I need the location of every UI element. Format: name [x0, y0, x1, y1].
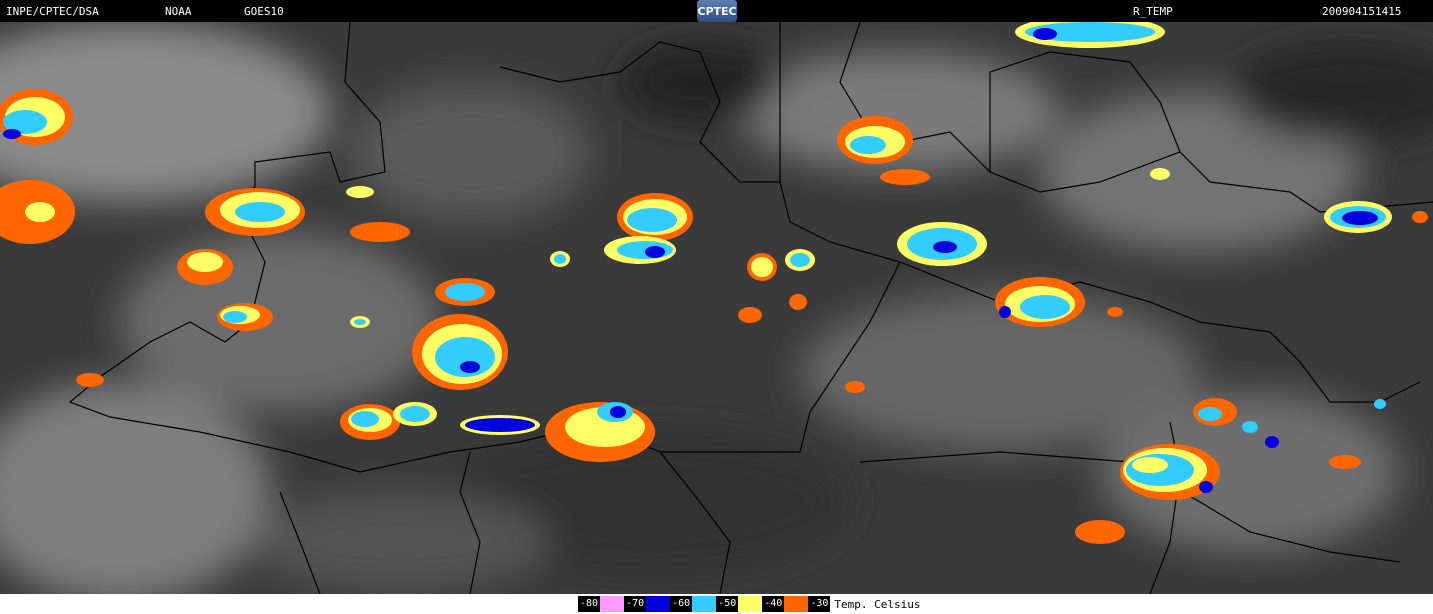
storm-cell: [1075, 520, 1125, 544]
legend-item: -80: [578, 596, 625, 612]
storm-cell: [1107, 307, 1123, 317]
storm-cell: [1193, 398, 1237, 426]
satellite-map: [0, 16, 1433, 602]
legend-label: -40: [762, 596, 785, 612]
satellite-label: GOES10: [244, 5, 284, 18]
storm-cell: [604, 236, 676, 264]
storm-cell: [346, 186, 374, 198]
storm-cell: [1374, 399, 1386, 409]
storm-cell: [460, 415, 540, 435]
storm-cell: [897, 222, 987, 266]
storm-cell: [177, 249, 233, 285]
storm-cell: [217, 303, 273, 331]
storm-cell: [747, 253, 777, 281]
cptec-logo: CPTEC: [697, 0, 737, 22]
legend-swatch: [692, 596, 717, 612]
legend-item: -40: [762, 596, 809, 612]
storm-cell: [995, 277, 1085, 327]
legend-swatch: [784, 596, 809, 612]
legend-swatch: [646, 596, 671, 612]
legend-label: -50: [716, 596, 739, 612]
legend-swatch: [600, 596, 625, 612]
storm-cell: [1150, 168, 1170, 180]
storm-cell: [76, 373, 104, 387]
storm-cell: [350, 316, 370, 328]
source-label: INPE/CPTEC/DSA: [6, 5, 99, 18]
map-canvas: [0, 16, 1433, 602]
storm-cell: [435, 278, 495, 306]
legend-label: -30: [808, 596, 831, 612]
legend-label: -60: [670, 596, 693, 612]
storm-cell: [412, 314, 508, 390]
product-label: R_TEMP: [1133, 5, 1173, 18]
legend-item: -60: [670, 596, 717, 612]
storm-cell: [393, 402, 437, 426]
storm-cell: [738, 307, 762, 323]
header-bar: INPE/CPTEC/DSA NOAA GOES10 CPTEC R_TEMP …: [0, 0, 1433, 22]
storm-cell: [545, 402, 655, 462]
storm-cell: [845, 381, 865, 393]
storm-cell: [1265, 436, 1279, 448]
storm-cell: [617, 193, 693, 241]
storm-cell: [550, 251, 570, 267]
storm-cell: [1329, 455, 1361, 469]
storm-cell: [350, 222, 410, 242]
storm-cell: [1324, 201, 1392, 233]
legend-unit-label: Temp. Celsius: [834, 597, 921, 611]
legend-row: -80 -70 -60 -50 -40 -30 Temp. Celsius: [578, 596, 920, 612]
legend-item: -70: [624, 596, 671, 612]
storm-cell: [340, 404, 400, 440]
timestamp-label: 200904151415: [1322, 5, 1402, 18]
legend-item: -50: [716, 596, 763, 612]
storm-cell: [205, 188, 305, 236]
storm-cell: [785, 249, 815, 271]
legend-item: -30: [808, 596, 831, 612]
agency-label: NOAA: [165, 5, 192, 18]
storm-cell: [1412, 211, 1428, 223]
storm-cell: [0, 89, 73, 145]
legend-label: -80: [578, 596, 601, 612]
storm-cell: [880, 169, 930, 185]
storm-cell: [789, 294, 807, 310]
storm-cell: [1120, 444, 1220, 500]
storm-cell: [837, 116, 913, 164]
legend-label: -70: [624, 596, 647, 612]
legend-swatch: [738, 596, 763, 612]
temperature-legend: -80 -70 -60 -50 -40 -30 Temp. Celsius: [0, 594, 1433, 614]
storm-cell: [1242, 421, 1258, 433]
